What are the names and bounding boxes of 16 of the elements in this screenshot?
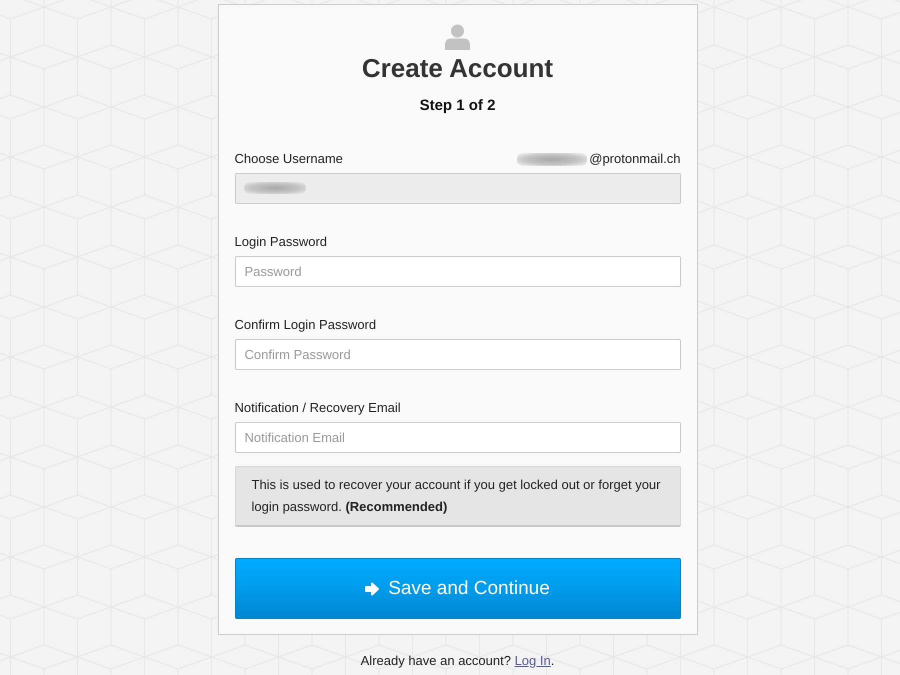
field-label: Choose Username xyxy=(234,150,343,168)
email-domain: @protonmail.ch xyxy=(589,150,680,168)
user-icon xyxy=(445,24,470,50)
input-field[interactable]: Password xyxy=(234,256,680,287)
field-label: Confirm Login Password xyxy=(234,316,376,334)
arrow-right-icon xyxy=(365,582,380,596)
field-label: Notification / Recovery Email xyxy=(234,399,401,417)
recovery-notice: This is used to recover your account if you get locked out or forget your login password. (Recommended) xyxy=(234,466,680,527)
login-link[interactable]: Log In xyxy=(514,653,551,668)
save-and-continue-button[interactable]: Save and Continue xyxy=(234,558,680,619)
input-field[interactable]: Confirm Password xyxy=(234,339,680,370)
page-title: Create Account xyxy=(362,53,554,83)
input-field[interactable]: Notification Email xyxy=(234,422,680,453)
field-label: Login Password xyxy=(234,233,327,251)
step-indicator: Step 1 of 2 xyxy=(420,97,496,115)
login-prompt: Already have an account? Log In. xyxy=(360,652,554,670)
